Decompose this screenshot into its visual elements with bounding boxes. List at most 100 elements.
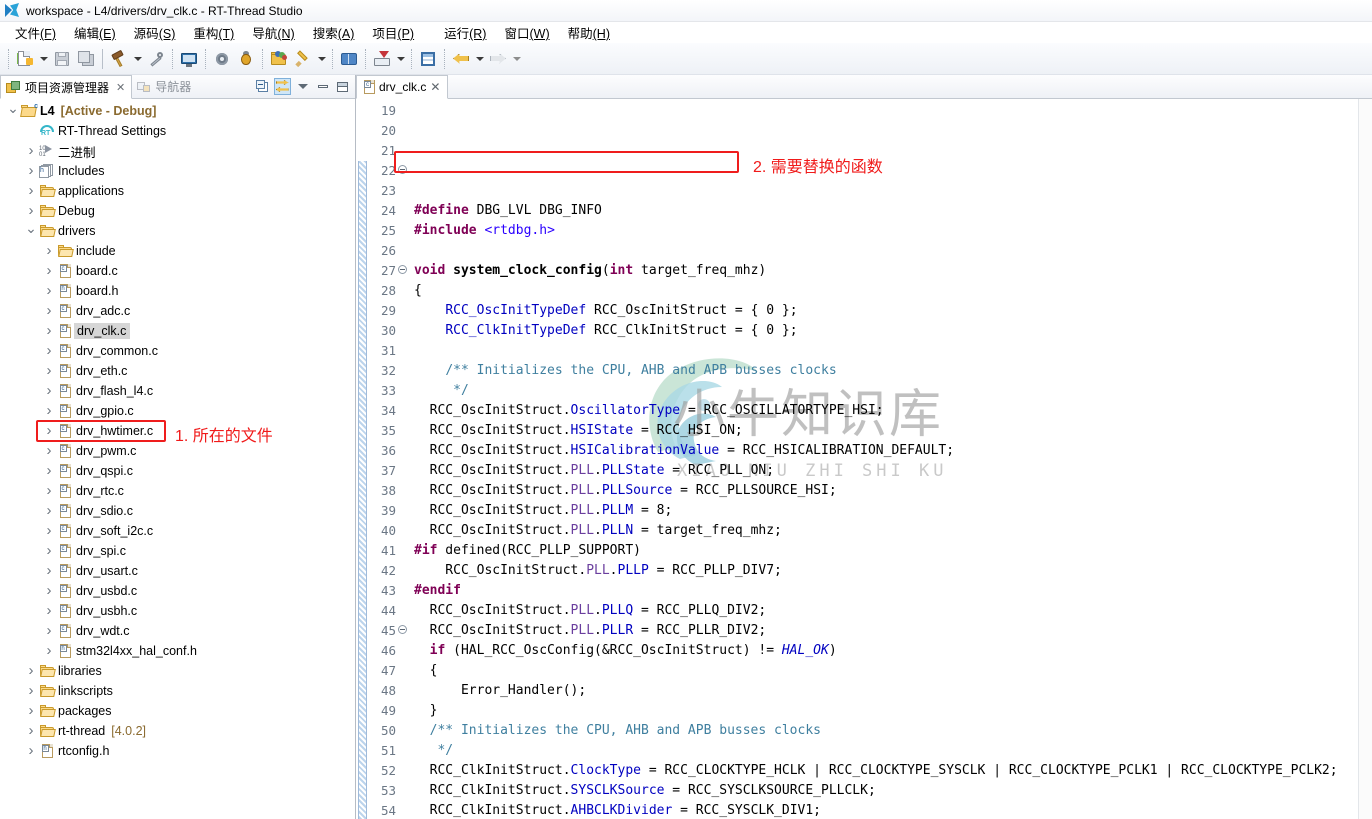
tab-navigator[interactable]: 导航器 <box>132 75 197 98</box>
code-line-43[interactable]: Error_Handler(); <box>414 681 1358 701</box>
menu-navigate[interactable]: 导航(N) <box>243 21 303 44</box>
twisty-collapsed-icon[interactable] <box>42 643 56 660</box>
code-line-24[interactable]: RCC_OscInitTypeDef RCC_OscInitStruct = {… <box>414 301 1358 321</box>
twisty-collapsed-icon[interactable] <box>24 663 38 680</box>
edit-button[interactable] <box>291 47 315 71</box>
code-line-37[interactable]: RCC_OscInitStruct.PLL.PLLP = RCC_PLLP_DI… <box>414 561 1358 581</box>
menu-help[interactable]: 帮助(H) <box>559 21 619 44</box>
build-dropdown-button[interactable] <box>131 47 144 71</box>
code-line-44[interactable]: } <box>414 701 1358 721</box>
code-line-30[interactable]: RCC_OscInitStruct.HSIState = RCC_HSI_ON; <box>414 421 1358 441</box>
twisty-collapsed-icon[interactable] <box>24 683 38 700</box>
twisty-collapsed-icon[interactable] <box>42 403 56 420</box>
minimize-button[interactable] <box>314 78 331 95</box>
twisty-collapsed-icon[interactable] <box>42 523 56 540</box>
new-file-button[interactable] <box>13 47 37 71</box>
twisty-collapsed-icon[interactable] <box>42 323 56 340</box>
code-line-27[interactable]: /** Initializes the CPU, AHB and APB bus… <box>414 361 1358 381</box>
open-project-button[interactable] <box>267 47 291 71</box>
tab-drv-clk-c[interactable]: c drv_clk.c ✕ <box>356 75 449 99</box>
menu-source[interactable]: 源码(S) <box>125 21 185 44</box>
tree-item-drv-flash-l4-c[interactable]: c drv_flash_l4.c <box>0 381 355 401</box>
code-line-36[interactable]: #if defined(RCC_PLLP_SUPPORT) <box>414 541 1358 561</box>
docs-button[interactable] <box>337 47 361 71</box>
tree-item-drv-common-c[interactable]: c drv_common.c <box>0 341 355 361</box>
tree-item-drv-qspi-c[interactable]: c drv_qspi.c <box>0 461 355 481</box>
fold-toggle-icon[interactable] <box>396 259 408 279</box>
code-line-26[interactable] <box>414 341 1358 361</box>
twisty-collapsed-icon[interactable] <box>42 303 56 320</box>
tree-item-drv-usbh-c[interactable]: c drv_usbh.c <box>0 601 355 621</box>
tree-item-board-h[interactable]: h board.h <box>0 281 355 301</box>
tree-item-includes[interactable]: hIncludes <box>0 161 355 181</box>
menu-window[interactable]: 窗口(W) <box>495 21 558 44</box>
twisty-collapsed-icon[interactable] <box>24 703 38 720</box>
new-file-dropdown-button[interactable] <box>37 47 50 71</box>
tree-item-packages[interactable]: packages <box>0 701 355 721</box>
code-line-25[interactable]: RCC_ClkInitTypeDef RCC_ClkInitStruct = {… <box>414 321 1358 341</box>
forward-button[interactable] <box>486 47 510 71</box>
code-line-38[interactable]: #endif <box>414 581 1358 601</box>
close-icon[interactable]: ✕ <box>430 80 440 94</box>
console-button[interactable] <box>177 47 201 71</box>
code-line-40[interactable]: RCC_OscInitStruct.PLL.PLLR = RCC_PLLR_DI… <box>414 621 1358 641</box>
twisty-collapsed-icon[interactable] <box>42 583 56 600</box>
code-line-29[interactable]: RCC_OscInitStruct.OscillatorType = RCC_O… <box>414 401 1358 421</box>
code-line-41[interactable]: if (HAL_RCC_OscConfig(&RCC_OscInitStruct… <box>414 641 1358 661</box>
tree-item-rtconfig-h[interactable]: h rtconfig.h <box>0 741 355 761</box>
forward-dropdown-button[interactable] <box>510 47 523 71</box>
tree-item-rt-thread[interactable]: rt-thread [4.0.2] <box>0 721 355 741</box>
tree-item-drv-usart-c[interactable]: c drv_usart.c <box>0 561 355 581</box>
fold-toggle-icon[interactable] <box>396 159 408 179</box>
code-line-47[interactable]: RCC_ClkInitStruct.ClockType = RCC_CLOCKT… <box>414 761 1358 781</box>
overview-ruler[interactable] <box>1358 99 1372 819</box>
twisty-collapsed-icon[interactable] <box>24 203 38 220</box>
twisty-collapsed-icon[interactable] <box>24 743 38 760</box>
collapse-all-button[interactable] <box>254 78 271 95</box>
twisty-collapsed-icon[interactable] <box>24 163 38 180</box>
debug-button[interactable] <box>234 47 258 71</box>
twisty-expanded-icon[interactable] <box>24 223 38 240</box>
twisty-collapsed-icon[interactable] <box>42 543 56 560</box>
code-editor[interactable]: 19 20 21 22 23 24 25 26 27 28 29 30 31 32 33 34 35 36 37 38… <box>356 99 1372 819</box>
back-dropdown-button[interactable] <box>473 47 486 71</box>
folding-gutter[interactable] <box>396 99 408 819</box>
build-settings-button[interactable] <box>144 47 168 71</box>
menu-refactor[interactable]: 重构(T) <box>184 21 243 44</box>
tree-item-drv-sdio-c[interactable]: c drv_sdio.c <box>0 501 355 521</box>
twisty-collapsed-icon[interactable] <box>24 183 38 200</box>
perspective-button[interactable] <box>416 47 440 71</box>
tree-item-l4[interactable]: cL4 [Active - Debug] <box>0 101 355 121</box>
tree-item--[interactable]: 1001二进制 <box>0 141 355 161</box>
code-line-21[interactable] <box>414 241 1358 261</box>
project-tree[interactable]: cL4[Active - Debug]RTRT-Thread Settings1… <box>0 99 355 819</box>
marker-gutter[interactable] <box>356 99 370 819</box>
code-line-23[interactable]: { <box>414 281 1358 301</box>
fold-toggle-icon[interactable] <box>396 619 408 639</box>
twisty-collapsed-icon[interactable] <box>24 723 38 740</box>
menu-run[interactable]: 运行(R) <box>435 21 495 44</box>
code-line-22[interactable]: void system_clock_config(int target_freq… <box>414 261 1358 281</box>
tree-item-linkscripts[interactable]: linkscripts <box>0 681 355 701</box>
tree-item-drv-eth-c[interactable]: c drv_eth.c <box>0 361 355 381</box>
tree-item-drivers[interactable]: drivers <box>0 221 355 241</box>
code-line-19[interactable]: #define DBG_LVL DBG_INFO <box>414 201 1358 221</box>
twisty-collapsed-icon[interactable] <box>42 563 56 580</box>
twisty-collapsed-icon[interactable] <box>42 263 56 280</box>
twisty-collapsed-icon[interactable] <box>42 343 56 360</box>
twisty-collapsed-icon[interactable] <box>42 283 56 300</box>
tree-item-drv-usbd-c[interactable]: c drv_usbd.c <box>0 581 355 601</box>
tree-item-debug[interactable]: Debug <box>0 201 355 221</box>
menu-project[interactable]: 项目(P) <box>363 21 423 44</box>
save-button[interactable] <box>50 47 74 71</box>
tree-item-applications[interactable]: applications <box>0 181 355 201</box>
edit-dropdown-button[interactable] <box>315 47 328 71</box>
code-line-34[interactable]: RCC_OscInitStruct.PLL.PLLM = 8; <box>414 501 1358 521</box>
close-icon[interactable]: ✕ <box>116 81 125 94</box>
save-all-button[interactable] <box>74 47 98 71</box>
code-text-area[interactable]: 小牛知识库 XIAO NIU ZHI SHI KU #define DBG_LV… <box>408 99 1358 819</box>
twisty-collapsed-icon[interactable] <box>42 623 56 640</box>
tree-item-stm32l4xx-hal-conf-h[interactable]: h stm32l4xx_hal_conf.h <box>0 641 355 661</box>
twisty-collapsed-icon[interactable] <box>42 603 56 620</box>
tree-item-board-c[interactable]: c board.c <box>0 261 355 281</box>
